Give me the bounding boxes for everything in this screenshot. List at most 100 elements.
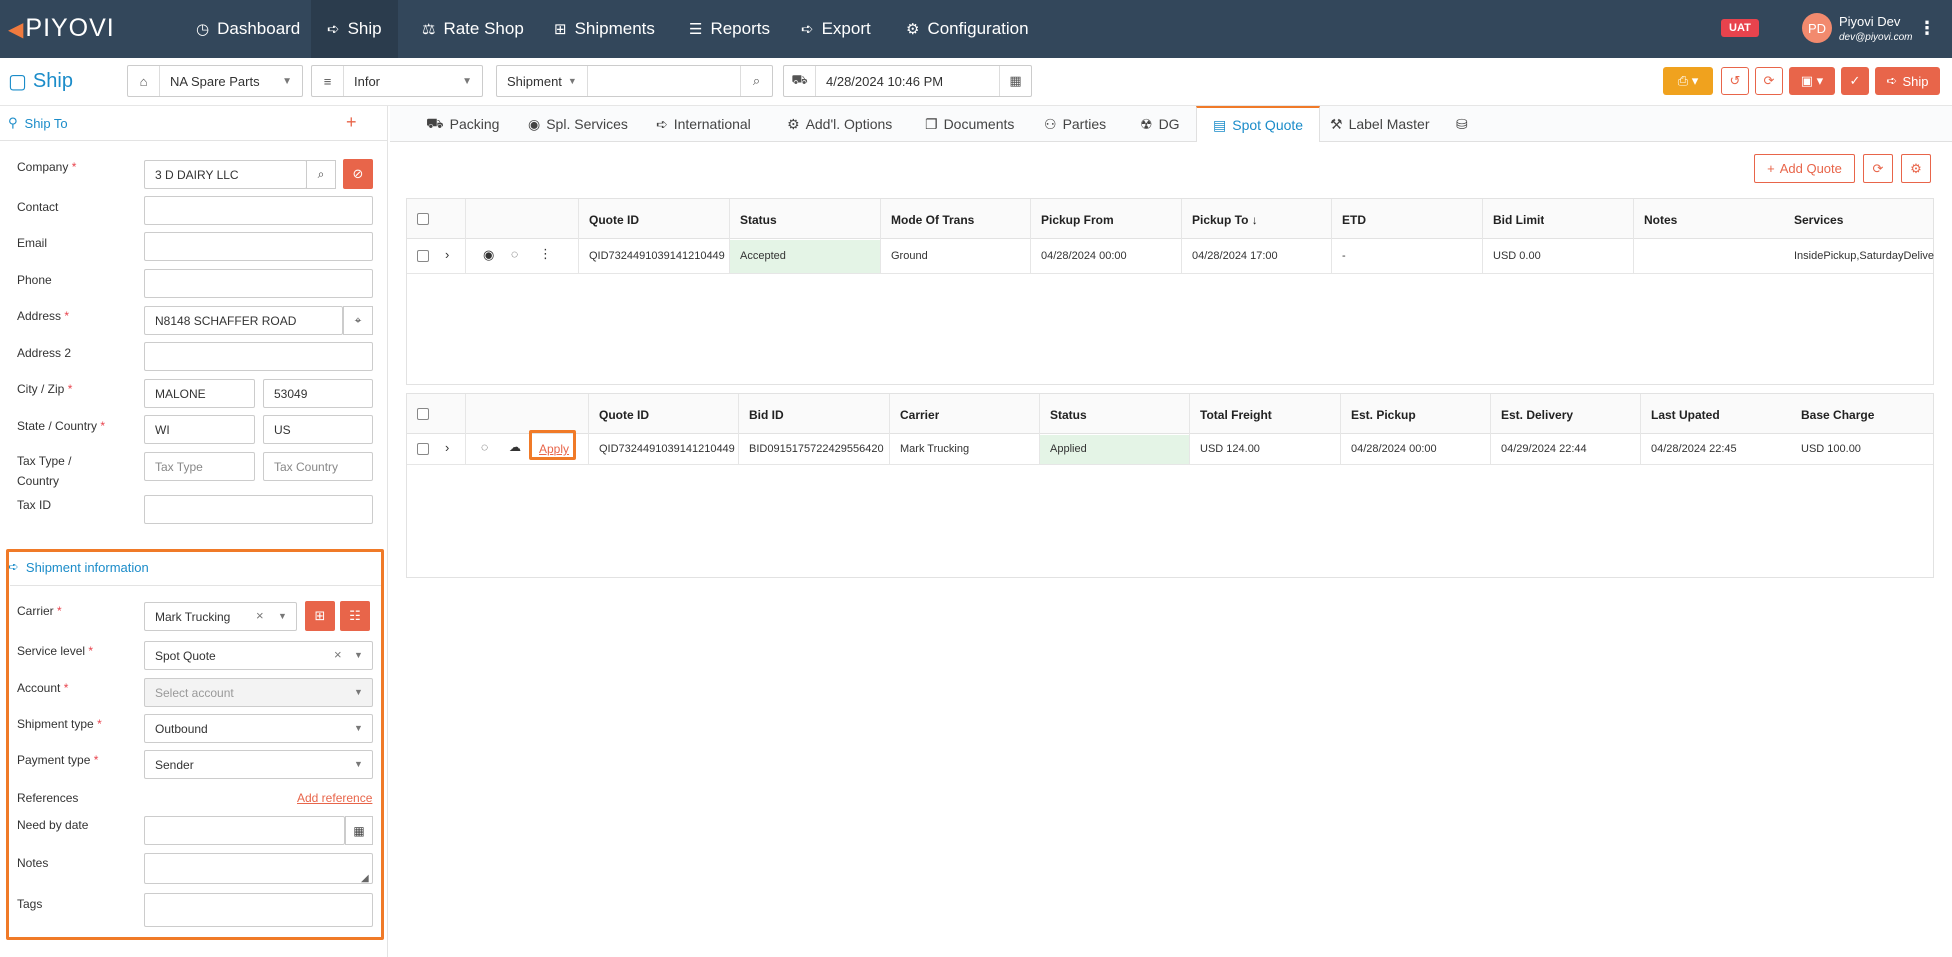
nav-dashboard[interactable]: ◷ Dashboard	[180, 0, 316, 58]
cloud-download-icon[interactable]: ☁	[509, 440, 521, 454]
search-icon[interactable]: ⌕	[740, 66, 772, 96]
approve-button[interactable]: ✓	[1841, 67, 1869, 95]
refresh-quotes-button[interactable]: ⟳	[1863, 154, 1893, 183]
avatar[interactable]: PD	[1802, 13, 1832, 43]
wrench-icon: ⚒	[1330, 115, 1343, 132]
validate-address-button[interactable]: ⊘	[343, 159, 373, 189]
col-status[interactable]: Status	[740, 213, 777, 227]
col-base-charge[interactable]: Base Charge	[1801, 408, 1874, 422]
country-input[interactable]: US	[263, 415, 373, 444]
gear-icon: ⚙	[906, 21, 920, 38]
col-est-pickup[interactable]: Est. Pickup	[1351, 408, 1416, 422]
truck-clock-icon: ⛟	[784, 66, 816, 96]
col-status[interactable]: Status	[1050, 408, 1087, 422]
col-etd[interactable]: ETD	[1342, 213, 1366, 227]
truck-icon: ⛟	[426, 114, 444, 131]
col-pickup-from[interactable]: Pickup From	[1041, 213, 1114, 227]
save-button[interactable]: ▣ ▾	[1789, 67, 1835, 95]
col-est-delivery[interactable]: Est. Delivery	[1501, 408, 1573, 422]
address-input[interactable]: N8148 SCHAFFER ROAD	[144, 306, 343, 335]
select-all-checkbox[interactable]	[417, 213, 429, 225]
chevron-down-icon: ▼	[282, 75, 292, 87]
system-value: Infor	[354, 73, 381, 89]
state-input[interactable]: WI	[144, 415, 255, 444]
ship-date-picker[interactable]: ⛟ 4/28/2024 10:46 PM ▦	[783, 65, 1032, 97]
quote-id-cell: QID7324491039141210449	[589, 250, 725, 262]
bid-limit-cell: USD 0.00	[1493, 250, 1541, 262]
col-carrier[interactable]: Carrier	[900, 408, 939, 422]
location-select[interactable]: ⌂ NA Spare Parts ▼	[127, 65, 303, 97]
logo[interactable]: ◀PIYOVI	[8, 14, 115, 43]
chevron-down-icon: ▼	[462, 75, 472, 87]
tab-label-master[interactable]: ⚒ Label Master	[1330, 106, 1430, 142]
nav-rate-shop[interactable]: ⚖ Rate Shop	[406, 0, 540, 58]
phone-input[interactable]	[144, 269, 373, 298]
nav-export[interactable]: ➪ Export	[785, 0, 887, 58]
tab-addl-options[interactable]: ⚙ Add'l. Options	[787, 106, 892, 142]
col-bid-id[interactable]: Bid ID	[749, 408, 784, 422]
col-last-updated[interactable]: Last Upated	[1651, 408, 1720, 422]
add-quote-button[interactable]: + Add Quote	[1754, 154, 1855, 183]
add-icon[interactable]: +	[346, 112, 357, 133]
comments-icon[interactable]: ◌	[511, 247, 518, 261]
search-icon[interactable]: ⌕	[306, 160, 336, 189]
refresh-button[interactable]: ⟳	[1755, 67, 1783, 95]
email-input[interactable]	[144, 232, 373, 261]
server-icon: ≡	[312, 66, 344, 96]
select-all-checkbox[interactable]	[417, 408, 429, 420]
zip-input[interactable]: 53049	[263, 379, 373, 408]
city-input[interactable]: MALONE	[144, 379, 255, 408]
row-checkbox[interactable]	[417, 250, 429, 262]
col-quote-id[interactable]: Quote ID	[599, 408, 649, 422]
history-button[interactable]: ↺	[1721, 67, 1749, 95]
shipment-search[interactable]: Shipment ▼ ⌕	[496, 65, 773, 97]
nav-configuration[interactable]: ⚙ Configuration	[890, 0, 1045, 58]
mode-cell: Ground	[891, 250, 928, 262]
col-bid-limit[interactable]: Bid Limit	[1493, 213, 1544, 227]
total-freight-cell: USD 124.00	[1200, 443, 1260, 455]
address2-input[interactable]	[144, 342, 373, 371]
comment-icon[interactable]: ◌	[481, 440, 488, 454]
nav-reports[interactable]: ☰ Reports	[673, 0, 786, 58]
tax-country-input[interactable]: Tax Country	[263, 452, 373, 481]
map-icon[interactable]: ⌖	[343, 306, 373, 335]
database-icon: ⛁	[1456, 115, 1468, 132]
contact-input[interactable]	[144, 196, 373, 225]
ship-button[interactable]: ➪ Ship	[1875, 67, 1940, 95]
column-divider	[578, 199, 579, 273]
taxid-input[interactable]	[144, 495, 373, 524]
col-pickup-to[interactable]: Pickup To ↓	[1192, 213, 1258, 227]
nav-ship[interactable]: ➪ Ship	[311, 0, 398, 58]
col-quote-id[interactable]: Quote ID	[589, 213, 639, 227]
tab-parties[interactable]: ⚇ Parties	[1044, 106, 1106, 142]
pickup-to-cell: 04/28/2024 17:00	[1192, 250, 1278, 262]
search-type-select[interactable]: Shipment ▼	[497, 66, 588, 96]
more-menu-icon[interactable]: ⋮	[1918, 18, 1936, 39]
nav-shipments[interactable]: ⊞ Shipments	[538, 0, 671, 58]
tab-documents[interactable]: ❐ Documents	[925, 106, 1014, 142]
tax-type-input[interactable]: Tax Type	[144, 452, 255, 481]
tab-international[interactable]: ➪ International	[656, 106, 751, 142]
col-mode[interactable]: Mode Of Trans	[891, 213, 974, 227]
quote-settings-button[interactable]: ⚙	[1901, 154, 1931, 183]
view-icon[interactable]: ◉	[483, 247, 494, 263]
col-total-freight[interactable]: Total Freight	[1200, 408, 1272, 422]
system-select[interactable]: ≡ Infor ▼	[311, 65, 483, 97]
expand-icon[interactable]: ›	[445, 440, 449, 455]
tab-packing[interactable]: ⛟ Packing	[426, 106, 499, 142]
pickup-from-cell: 04/28/2024 00:00	[1041, 250, 1127, 262]
tab-spot-quote[interactable]: ▤ Spot Quote	[1196, 106, 1321, 142]
more-actions-icon[interactable]: ⋮	[539, 246, 552, 262]
check-circle-icon: ⊘	[352, 166, 364, 181]
tab-dg[interactable]: ☢ DG	[1140, 106, 1180, 142]
col-notes[interactable]: Notes	[1644, 213, 1677, 227]
est-pickup-cell: 04/28/2024 00:00	[1351, 443, 1437, 455]
col-services[interactable]: Services	[1794, 213, 1843, 227]
calendar-icon[interactable]: ▦	[999, 66, 1031, 96]
row-checkbox[interactable]	[417, 443, 429, 455]
expand-icon[interactable]: ›	[445, 247, 449, 262]
tab-database[interactable]: ⛁	[1456, 106, 1468, 142]
print-button[interactable]: ⎙ ▾	[1663, 67, 1713, 95]
tab-spl-services[interactable]: ◉ Spl. Services	[528, 106, 628, 142]
company-input[interactable]: 3 D DAIRY LLC	[144, 160, 307, 189]
